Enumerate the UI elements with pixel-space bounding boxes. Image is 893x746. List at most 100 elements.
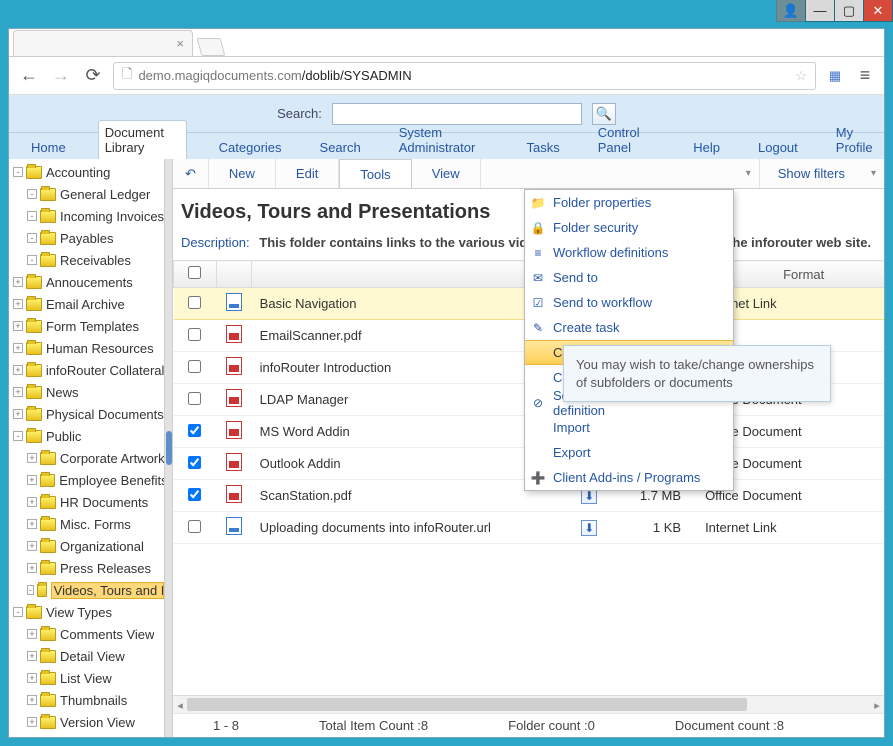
reload-button[interactable]: ⟳ xyxy=(81,65,105,86)
menu-item[interactable]: ✉Send to xyxy=(525,265,733,290)
nav-tab[interactable]: Home xyxy=(25,136,72,159)
window-close-button[interactable]: ✕ xyxy=(863,0,893,22)
expander-icon[interactable]: + xyxy=(13,299,23,309)
tree-node[interactable]: +Organizational xyxy=(9,535,164,557)
row-checkbox[interactable] xyxy=(188,424,201,437)
tree-node[interactable]: +HR Documents xyxy=(9,491,164,513)
tree-node[interactable]: +Comments View xyxy=(9,623,164,645)
expander-icon[interactable]: - xyxy=(27,585,34,595)
expander-icon[interactable]: + xyxy=(27,497,37,507)
toolbar-new[interactable]: New xyxy=(209,159,276,188)
user-icon[interactable]: 👤 xyxy=(776,0,806,22)
tree-node[interactable]: +Corporate Artwork xyxy=(9,447,164,469)
download-icon[interactable]: ⬇ xyxy=(581,520,597,536)
tree-node[interactable]: +Misc. Forms xyxy=(9,513,164,535)
nav-tab[interactable]: System Administrator xyxy=(393,121,495,159)
expander-icon[interactable]: + xyxy=(27,717,37,727)
tree-node[interactable]: +Thumbnails xyxy=(9,689,164,711)
bookmark-star-icon[interactable]: ☆ xyxy=(795,68,807,84)
tab-close-icon[interactable]: × xyxy=(176,36,184,51)
tree-node[interactable]: -Public xyxy=(9,425,164,447)
nav-tab[interactable]: Tasks xyxy=(520,136,565,159)
tree-node[interactable]: -Videos, Tours and Presentations xyxy=(9,579,164,601)
menu-item[interactable]: ≡Workflow definitions xyxy=(525,240,733,265)
tree-node[interactable]: +List View xyxy=(9,667,164,689)
expander-icon[interactable]: - xyxy=(27,189,37,199)
nav-tab[interactable]: Categories xyxy=(213,136,288,159)
minimize-button[interactable]: — xyxy=(805,0,835,22)
nav-tab[interactable]: Logout xyxy=(752,136,804,159)
tree-node[interactable]: +Employee Benefits xyxy=(9,469,164,491)
menu-item[interactable]: ☑Send to workflow xyxy=(525,290,733,315)
expander-icon[interactable]: + xyxy=(13,277,23,287)
expander-icon[interactable]: + xyxy=(13,387,23,397)
row-checkbox[interactable] xyxy=(188,296,201,309)
splitter[interactable] xyxy=(165,159,173,737)
toolbar-right-overflow-icon[interactable]: ▾ xyxy=(863,168,884,179)
toolbar-view[interactable]: View xyxy=(412,159,481,188)
tree-node[interactable]: -View Types xyxy=(9,601,164,623)
row-checkbox[interactable] xyxy=(188,360,201,373)
row-checkbox[interactable] xyxy=(188,488,201,501)
tree-node[interactable]: -Payables xyxy=(9,227,164,249)
expander-icon[interactable]: - xyxy=(13,167,23,177)
nav-tab[interactable]: Control Panel xyxy=(592,121,662,159)
menu-item[interactable]: 📁Folder properties xyxy=(525,190,733,215)
expander-icon[interactable]: - xyxy=(13,607,23,617)
tree-node[interactable]: +Human Resources xyxy=(9,337,164,359)
expander-icon[interactable]: + xyxy=(13,365,23,375)
expander-icon[interactable]: + xyxy=(27,453,37,463)
expander-icon[interactable]: + xyxy=(27,673,37,683)
table-row[interactable]: Uploading documents into infoRouter.url⬇… xyxy=(174,512,885,544)
expander-icon[interactable]: - xyxy=(27,211,37,221)
expander-icon[interactable]: + xyxy=(13,343,23,353)
scroll-left-icon[interactable]: ◂ xyxy=(173,696,187,714)
expander-icon[interactable]: + xyxy=(13,321,23,331)
expander-icon[interactable]: + xyxy=(27,475,37,485)
tree-node[interactable]: -General Ledger xyxy=(9,183,164,205)
toolbar-tools[interactable]: Tools xyxy=(339,159,411,188)
menu-item[interactable]: ✎Create task xyxy=(525,315,733,340)
nav-tab[interactable]: Search xyxy=(314,136,367,159)
header-name[interactable] xyxy=(252,261,569,288)
scroll-thumb[interactable] xyxy=(187,698,747,711)
scroll-right-icon[interactable]: ▸ xyxy=(870,696,884,714)
hamburger-menu-icon[interactable]: ≡ xyxy=(854,65,876,86)
row-checkbox[interactable] xyxy=(188,392,201,405)
tree-node[interactable]: -Receivables xyxy=(9,249,164,271)
toolbar-show-filters[interactable]: Show filters xyxy=(759,159,863,188)
toolbar-back-button[interactable]: ↶ xyxy=(173,159,209,188)
menu-item[interactable]: 🔒Folder security xyxy=(525,215,733,240)
toolbar-edit[interactable]: Edit xyxy=(276,159,339,188)
back-button[interactable]: ← xyxy=(17,65,41,86)
row-checkbox[interactable] xyxy=(188,520,201,533)
toolbar-overflow-icon[interactable]: ▾ xyxy=(738,168,759,179)
tree-node[interactable]: +Form Templates xyxy=(9,315,164,337)
expander-icon[interactable]: - xyxy=(13,431,23,441)
maximize-button[interactable]: ▢ xyxy=(834,0,864,22)
nav-tab[interactable]: Help xyxy=(687,136,726,159)
menu-item[interactable]: Import xyxy=(525,415,733,440)
row-checkbox[interactable] xyxy=(188,456,201,469)
expander-icon[interactable]: + xyxy=(13,409,23,419)
browser-tab[interactable]: × xyxy=(13,30,193,56)
tree-node[interactable]: +News xyxy=(9,381,164,403)
tree-node[interactable]: +Annoucements xyxy=(9,271,164,293)
menu-item[interactable]: ➕Client Add-ins / Programs xyxy=(525,465,733,490)
new-tab-button[interactable] xyxy=(197,38,226,56)
expander-icon[interactable]: + xyxy=(27,629,37,639)
tree-node[interactable]: +Press Releases xyxy=(9,557,164,579)
expander-icon[interactable]: - xyxy=(27,255,37,265)
nav-tab[interactable]: My Profile xyxy=(830,121,884,159)
header-checkbox[interactable] xyxy=(174,261,217,288)
tree-node[interactable]: +Email Archive xyxy=(9,293,164,315)
tree-node[interactable]: +Version View xyxy=(9,711,164,733)
expander-icon[interactable]: + xyxy=(27,695,37,705)
expander-icon[interactable]: + xyxy=(27,541,37,551)
horizontal-scrollbar[interactable]: ◂ ▸ xyxy=(173,695,884,713)
expander-icon[interactable]: + xyxy=(27,651,37,661)
menu-item[interactable]: Export xyxy=(525,440,733,465)
expander-icon[interactable]: + xyxy=(27,563,37,573)
nav-tab[interactable]: Document Library xyxy=(98,120,187,159)
tree-node[interactable]: -Incoming Invoices xyxy=(9,205,164,227)
